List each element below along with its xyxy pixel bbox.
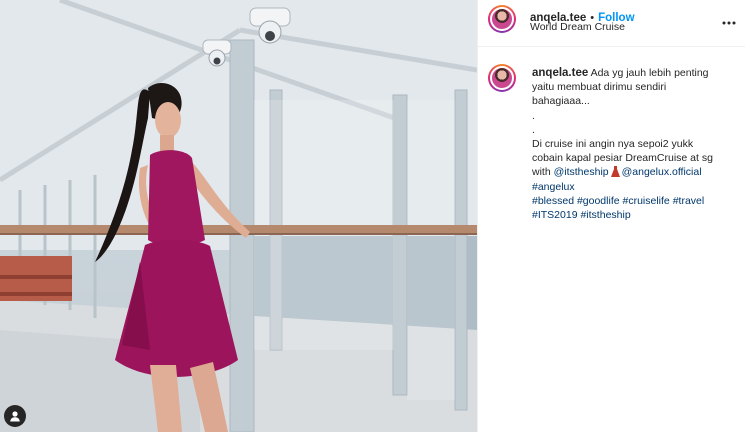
hashtag-link[interactable]: #angelux — [532, 181, 575, 193]
more-options-icon[interactable] — [722, 12, 736, 28]
hashtag-link[interactable]: #travel — [673, 195, 705, 207]
glass-post-main — [229, 39, 255, 432]
caption-username-link[interactable]: anqela.tee — [532, 67, 588, 79]
caption-text: yaitu membuat dirimu sendiri — [532, 81, 667, 94]
hashtag-link[interactable]: #goodlife — [577, 195, 620, 207]
caption-text: bahagiaaa... — [532, 95, 590, 108]
caption-text: with — [532, 166, 554, 179]
hashtag-link[interactable]: #itstheship — [580, 209, 630, 221]
location-link[interactable]: World Dream Cruise — [530, 21, 625, 33]
caption-text: . — [532, 123, 535, 136]
user-tag-icon[interactable] — [4, 405, 26, 427]
caption-text: . — [532, 109, 535, 122]
caption-text: Di cruise ini angin nya sepoi2 yukk — [532, 138, 694, 151]
hashtag-link[interactable]: #cruiselife — [623, 195, 670, 207]
post-side-panel: anqela.tee • Follow World Dream Cruise anq… — [477, 0, 745, 432]
post-caption: anqela.tee Ada yg jauh lebih penting yai… — [532, 66, 738, 222]
avatar[interactable] — [488, 5, 516, 33]
hashtag-link[interactable]: #ITS2019 — [532, 209, 578, 221]
photo-scene — [0, 0, 477, 432]
caption-avatar[interactable] — [488, 64, 516, 92]
caption-text: Ada yg jauh lebih penting — [588, 67, 709, 79]
hashtag-link[interactable]: #blessed — [532, 195, 574, 207]
post-header: anqela.tee • Follow World Dream Cruise — [478, 0, 745, 47]
dress-icon — [610, 166, 620, 178]
post-photo[interactable] — [0, 0, 477, 432]
mention-link[interactable]: @angelux.official — [622, 166, 702, 178]
caption-text: cobain kapal pesiar DreamCruise at sg — [532, 152, 713, 165]
mention-link[interactable]: @itstheship — [554, 166, 609, 178]
